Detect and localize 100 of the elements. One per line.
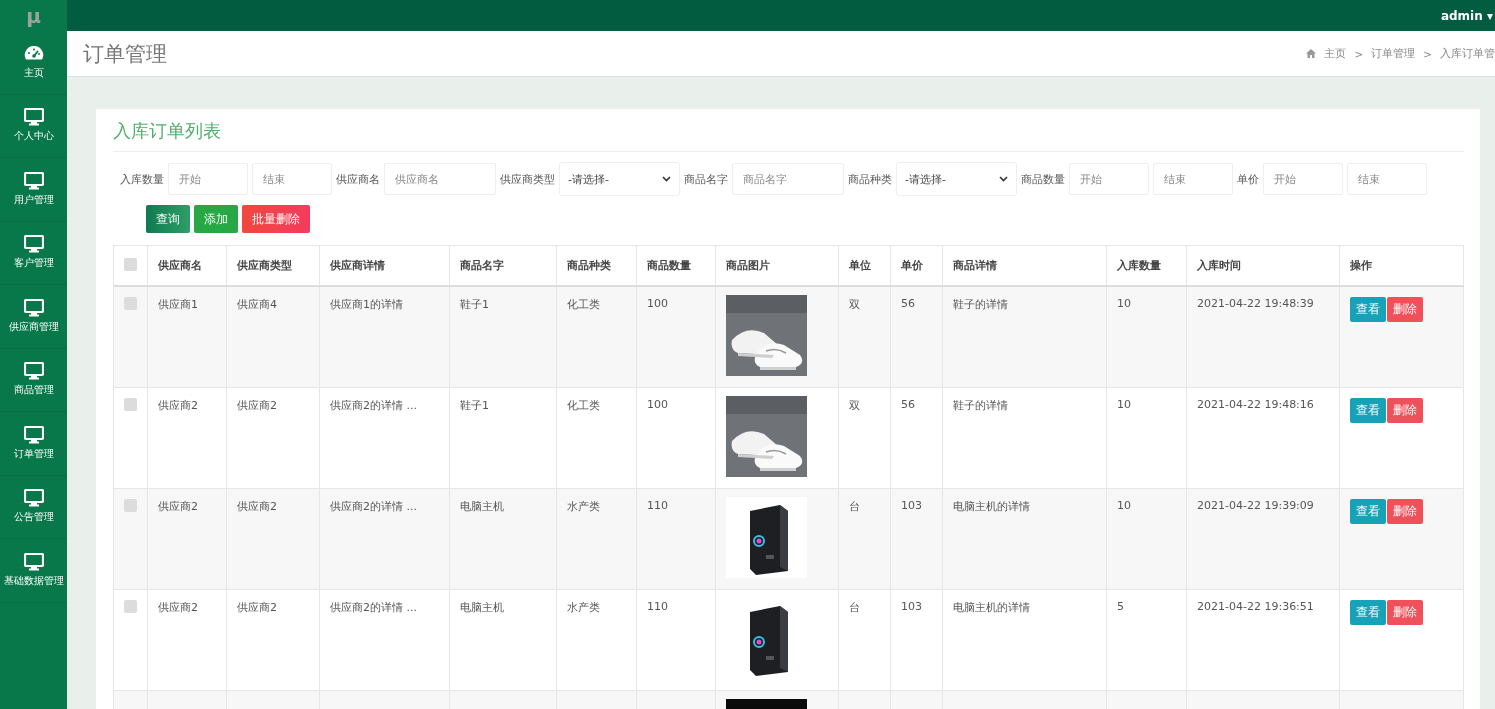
table-cell: 水产类 bbox=[556, 589, 637, 690]
table-cell: 化工类 bbox=[556, 286, 637, 387]
checkbox[interactable] bbox=[124, 297, 137, 310]
select-field[interactable]: -请选择- bbox=[896, 162, 1017, 196]
table-cell: 10 bbox=[1106, 387, 1187, 488]
table-cell: 水产类 bbox=[556, 488, 637, 589]
sidebar-item[interactable]: 订单管理 bbox=[13, 446, 54, 461]
delete-button[interactable]: 删除 bbox=[1387, 397, 1423, 423]
table-cell: 100 bbox=[636, 286, 716, 387]
checkbox[interactable] bbox=[124, 599, 137, 613]
table-cell: 10 bbox=[1106, 488, 1187, 589]
card-title: 入库订单列表 bbox=[113, 117, 1464, 152]
filter-label: 商品种类 bbox=[848, 171, 892, 187]
sidebar-item[interactable]: 主页 bbox=[23, 65, 44, 80]
range-field[interactable]: 结束 bbox=[252, 163, 332, 195]
table-cell: 供应商2 bbox=[147, 488, 227, 589]
breadcrumb-separator: > bbox=[1423, 47, 1432, 60]
input-field[interactable]: 供应商名 bbox=[384, 163, 496, 195]
sidebar-item[interactable]: 基础数据管理 bbox=[3, 573, 64, 588]
table-cell: 供应商2的详情 ... bbox=[319, 488, 450, 589]
table-cell: 电脑主机 bbox=[449, 488, 557, 589]
monitor-icon bbox=[23, 489, 44, 508]
user-menu[interactable]: admin ▾ bbox=[1440, 8, 1495, 23]
add-button[interactable]: 添加 bbox=[194, 205, 238, 233]
table-cell: 100 bbox=[636, 387, 716, 488]
table-cell: 103 bbox=[890, 589, 943, 690]
table-cell: 供应商4 bbox=[226, 286, 320, 387]
table-cell: 双 bbox=[838, 286, 891, 387]
delete-button[interactable]: 批量删除 bbox=[242, 205, 310, 233]
sidebar-item[interactable]: 商品管理 bbox=[13, 383, 54, 398]
chevron-down-icon bbox=[999, 176, 1008, 182]
range-field[interactable]: 开始 bbox=[1069, 163, 1149, 195]
input-field[interactable]: 商品名字 bbox=[732, 163, 844, 195]
table-cell: 2021-04-22 19:48:16 bbox=[1186, 387, 1340, 488]
view-button[interactable]: 查看 bbox=[1350, 397, 1386, 423]
table-cell: 电脑主机的详情 bbox=[942, 589, 1107, 690]
breadcrumb-link[interactable]: 订单管理 bbox=[1371, 46, 1416, 61]
filter-label: 商品数量 bbox=[1021, 171, 1065, 187]
table-cell: 2021-04-22 19:36:51 bbox=[1186, 589, 1340, 690]
monitor-icon bbox=[23, 362, 44, 381]
table-cell: 双 bbox=[838, 387, 891, 488]
sidebar-item[interactable]: 客户管理 bbox=[13, 256, 54, 271]
monitor-icon bbox=[23, 425, 44, 444]
sidebar-item[interactable]: 供应商管理 bbox=[8, 319, 59, 334]
table-cell: 鞋子1 bbox=[449, 387, 557, 488]
breadcrumb-link[interactable]: 主页 bbox=[1324, 46, 1347, 61]
checkbox[interactable] bbox=[124, 498, 137, 512]
delete-button[interactable]: 删除 bbox=[1387, 297, 1423, 322]
sidebar-item[interactable]: 个人中心 bbox=[13, 129, 54, 144]
monitor-icon bbox=[23, 552, 44, 571]
view-button[interactable]: 查看 bbox=[1350, 297, 1386, 322]
delete-button[interactable]: 删除 bbox=[1387, 498, 1423, 524]
checkbox[interactable] bbox=[124, 257, 137, 271]
chevron-down-icon bbox=[662, 176, 671, 182]
table-cell: 56 bbox=[890, 286, 943, 387]
view-button[interactable]: 查看 bbox=[1350, 498, 1386, 524]
table-cell: 供应商2 bbox=[147, 387, 227, 488]
home-icon bbox=[1306, 49, 1317, 58]
table-cell: 5 bbox=[1106, 589, 1187, 690]
filter-label: 单价 bbox=[1237, 171, 1259, 187]
table-cell: 电脑主机的详情 bbox=[942, 488, 1107, 589]
search-button[interactable]: 查询 bbox=[146, 205, 190, 233]
select-field[interactable]: -请选择- bbox=[559, 162, 680, 196]
table-cell: 2021-04-22 19:39:09 bbox=[1186, 488, 1340, 589]
table-cell: 供应商2 bbox=[226, 488, 320, 589]
filter-label: 供应商名 bbox=[336, 171, 380, 187]
table-cell: 供应商2 bbox=[226, 387, 320, 488]
view-button[interactable]: 查看 bbox=[1350, 599, 1386, 625]
page-title: 订单管理 bbox=[83, 40, 167, 68]
range-field[interactable]: 开始 bbox=[168, 163, 248, 195]
table-cell: 台 bbox=[838, 589, 891, 690]
sidebar-item[interactable]: 公告管理 bbox=[13, 510, 54, 525]
table-cell: 化工类 bbox=[556, 387, 637, 488]
table-cell: 供应商1 bbox=[147, 286, 227, 387]
range-field[interactable]: 开始 bbox=[1263, 163, 1343, 195]
breadcrumb-link[interactable]: 入库订单管 bbox=[1440, 46, 1495, 61]
logo: μ bbox=[26, 3, 41, 28]
monitor-icon bbox=[23, 108, 44, 127]
sidebar-item[interactable]: 用户管理 bbox=[13, 192, 54, 207]
checkbox[interactable] bbox=[124, 397, 137, 411]
table-cell: 鞋子的详情 bbox=[942, 387, 1107, 488]
range-field[interactable]: 结束 bbox=[1153, 163, 1233, 195]
table-cell: 鞋子的详情 bbox=[942, 286, 1107, 387]
range-field[interactable]: 结束 bbox=[1347, 163, 1427, 195]
table-cell: 110 bbox=[636, 488, 716, 589]
table-cell: 供应商2 bbox=[226, 589, 320, 690]
monitor-icon bbox=[23, 171, 44, 190]
table-cell: 10 bbox=[1106, 286, 1187, 387]
filter-label: 供应商类型 bbox=[500, 171, 555, 187]
table-cell: 鞋子1 bbox=[449, 286, 557, 387]
table-cell: 供应商2的详情 ... bbox=[319, 387, 450, 488]
monitor-icon bbox=[23, 298, 44, 317]
filter-label: 商品名字 bbox=[684, 171, 728, 187]
breadcrumb-separator: > bbox=[1354, 47, 1364, 60]
table-cell: 电脑主机 bbox=[449, 589, 557, 690]
filter-label: 入库数量 bbox=[120, 171, 164, 187]
monitor-icon bbox=[23, 235, 44, 254]
table-cell: 103 bbox=[890, 488, 943, 589]
delete-button[interactable]: 删除 bbox=[1387, 599, 1423, 625]
table-cell: 56 bbox=[890, 387, 943, 488]
